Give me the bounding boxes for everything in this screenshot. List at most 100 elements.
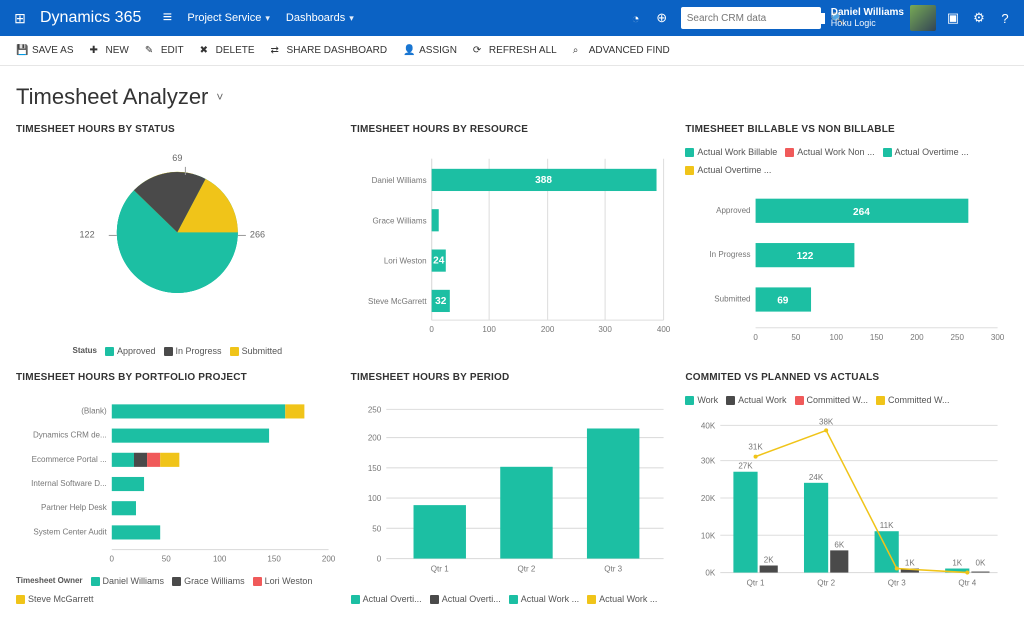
- svg-text:200: 200: [322, 555, 336, 564]
- app-launcher-icon[interactable]: ⊞: [6, 10, 34, 27]
- recent-icon[interactable]: ◔: [623, 11, 649, 26]
- svg-text:2K: 2K: [764, 555, 774, 564]
- svg-text:Ecommerce Portal ...: Ecommerce Portal ...: [32, 455, 107, 464]
- legend: Timesheet Owner Daniel Williams Grace Wi…: [16, 572, 339, 604]
- svg-text:0K: 0K: [706, 569, 716, 578]
- svg-text:11K: 11K: [880, 521, 894, 530]
- card-portfolio[interactable]: TIMESHEET HOURS BY PORTFOLIO PROJECT 0 5…: [16, 366, 339, 604]
- cmd-edit[interactable]: ✎EDIT: [139, 43, 190, 59]
- nav-project-service[interactable]: Project Service: [179, 12, 278, 24]
- legend: Actual Overti... Actual Overti... Actual…: [351, 590, 674, 604]
- svg-text:24K: 24K: [809, 473, 824, 482]
- svg-text:Qtr 2: Qtr 2: [517, 565, 535, 574]
- user-menu[interactable]: Daniel Williams Hoku Logic: [827, 5, 940, 31]
- legend: Status Approved In Progress Submitted: [16, 342, 339, 356]
- svg-text:100: 100: [367, 494, 381, 503]
- new-icon: ✚: [90, 45, 102, 57]
- card-title: TIMESHEET HOURS BY RESOURCE: [351, 118, 674, 143]
- chart-portfolio-bar: 0 50 100 150 200 (Blank) Dynamics CRM de…: [16, 391, 339, 572]
- dashboard-grid: TIMESHEET HOURS BY STATUS: [0, 114, 1024, 614]
- search-input[interactable]: [681, 13, 825, 24]
- svg-text:122: 122: [80, 229, 95, 239]
- card-period[interactable]: TIMESHEET HOURS BY PERIOD 0 50 100 150 2…: [351, 366, 674, 604]
- svg-text:27K: 27K: [739, 462, 754, 471]
- cmd-new[interactable]: ✚NEW: [84, 43, 135, 59]
- cmd-share[interactable]: ⇄SHARE DASHBOARD: [265, 43, 394, 59]
- svg-text:Lori Weston: Lori Weston: [383, 257, 426, 266]
- card-title: TIMESHEET HOURS BY STATUS: [16, 118, 339, 143]
- global-nav: ⊞ Dynamics 365 ≡ Project Service Dashboa…: [0, 0, 1024, 36]
- svg-text:20K: 20K: [701, 494, 716, 503]
- assign-icon: 👤: [403, 45, 415, 57]
- cmd-advanced-find[interactable]: ⌕ADVANCED FIND: [567, 43, 676, 59]
- card-billable[interactable]: TIMESHEET BILLABLE vs NON BILLABLE Actua…: [685, 118, 1008, 356]
- svg-text:300: 300: [991, 333, 1005, 342]
- svg-text:(Blank): (Blank): [81, 406, 107, 415]
- share-icon: ⇄: [271, 45, 283, 57]
- cmd-refresh[interactable]: ⟳REFRESH ALL: [467, 43, 563, 59]
- card-title: TIMESHEET HOURS BY PERIOD: [351, 366, 674, 391]
- svg-text:10K: 10K: [701, 531, 716, 540]
- svg-text:6K: 6K: [835, 540, 845, 549]
- advfind-icon: ⌕: [573, 45, 585, 57]
- svg-text:266: 266: [250, 229, 265, 239]
- nav-dashboards[interactable]: Dashboards: [278, 12, 362, 24]
- svg-text:Submitted: Submitted: [715, 295, 751, 304]
- svg-text:100: 100: [213, 555, 227, 564]
- global-search[interactable]: 🔍: [681, 7, 821, 29]
- help-icon[interactable]: ?: [992, 11, 1018, 26]
- cmd-delete[interactable]: ✖DELETE: [194, 43, 261, 59]
- user-org: Hoku Logic: [831, 18, 904, 29]
- delete-icon: ✖: [200, 45, 212, 57]
- svg-text:0: 0: [754, 333, 759, 342]
- svg-text:50: 50: [162, 555, 171, 564]
- rel-assist-icon[interactable]: ▣: [940, 10, 966, 26]
- menu-icon[interactable]: ≡: [155, 9, 179, 27]
- svg-text:Daniel Williams: Daniel Williams: [371, 176, 426, 185]
- svg-text:System Center Audit: System Center Audit: [33, 527, 107, 536]
- svg-text:0: 0: [110, 555, 115, 564]
- chart-resource-bar: 0 100 200 300 400 Daniel Williams 388 Gr…: [351, 143, 674, 356]
- svg-text:388: 388: [535, 175, 552, 186]
- svg-text:Approved: Approved: [716, 206, 750, 215]
- settings-icon[interactable]: ⚙: [966, 10, 992, 26]
- card-resource[interactable]: TIMESHEET HOURS BY RESOURCE 0 100 200 30…: [351, 118, 674, 356]
- svg-text:250: 250: [367, 405, 381, 414]
- svg-text:Internal Software D...: Internal Software D...: [31, 479, 107, 488]
- svg-text:0K: 0K: [976, 559, 986, 568]
- svg-text:In Progress: In Progress: [710, 250, 751, 259]
- svg-text:0: 0: [429, 325, 434, 334]
- svg-text:264: 264: [853, 207, 870, 218]
- svg-text:50: 50: [372, 524, 381, 533]
- page-header: Timesheet Analyzer ˅: [0, 66, 1024, 114]
- svg-text:30K: 30K: [701, 457, 716, 466]
- chart-period-bar: 0 50 100 150 200 250 Qtr 1 Qtr 2 Qtr 3: [351, 391, 674, 590]
- svg-text:400: 400: [657, 325, 671, 334]
- svg-text:150: 150: [870, 333, 884, 342]
- card-title: COMMITED vs PLANNED vs ACTUALS: [685, 366, 1008, 391]
- svg-text:32: 32: [435, 296, 447, 307]
- chart-billable-bar: 0 50 100 150 200 250 300 Approved 264 In…: [685, 175, 1008, 359]
- card-committed[interactable]: COMMITED vs PLANNED vs ACTUALS Work Actu…: [685, 366, 1008, 604]
- svg-text:Steve McGarrett: Steve McGarrett: [368, 297, 427, 306]
- svg-text:24: 24: [433, 256, 445, 267]
- view-selector-caret[interactable]: ˅: [216, 90, 223, 104]
- svg-text:Partner Help Desk: Partner Help Desk: [41, 503, 108, 512]
- legend: Actual Work Billable Actual Work Non ...…: [685, 143, 1008, 175]
- svg-text:250: 250: [951, 333, 965, 342]
- svg-text:1K: 1K: [905, 559, 915, 568]
- card-status[interactable]: TIMESHEET HOURS BY STATUS: [16, 118, 339, 356]
- cmd-assign[interactable]: 👤ASSIGN: [397, 43, 463, 59]
- new-record-icon[interactable]: ⊕: [649, 10, 675, 26]
- command-bar: 💾SAVE AS ✚NEW ✎EDIT ✖DELETE ⇄SHARE DASHB…: [0, 36, 1024, 66]
- card-title: TIMESHEET HOURS BY PORTFOLIO PROJECT: [16, 366, 339, 391]
- cmd-save-as[interactable]: 💾SAVE AS: [10, 43, 80, 59]
- brand[interactable]: Dynamics 365: [34, 9, 155, 27]
- svg-text:31K: 31K: [749, 443, 764, 452]
- chart-committed-combo: 0K 10K 20K 30K 40K 27K 2K Qtr 1 24K 6K Q…: [685, 405, 1008, 604]
- svg-text:Qtr 1: Qtr 1: [430, 565, 448, 574]
- svg-text:100: 100: [482, 325, 496, 334]
- chart-status-pie: 266 122 69: [16, 143, 339, 342]
- svg-text:Qtr 3: Qtr 3: [888, 579, 906, 588]
- svg-text:200: 200: [541, 325, 555, 334]
